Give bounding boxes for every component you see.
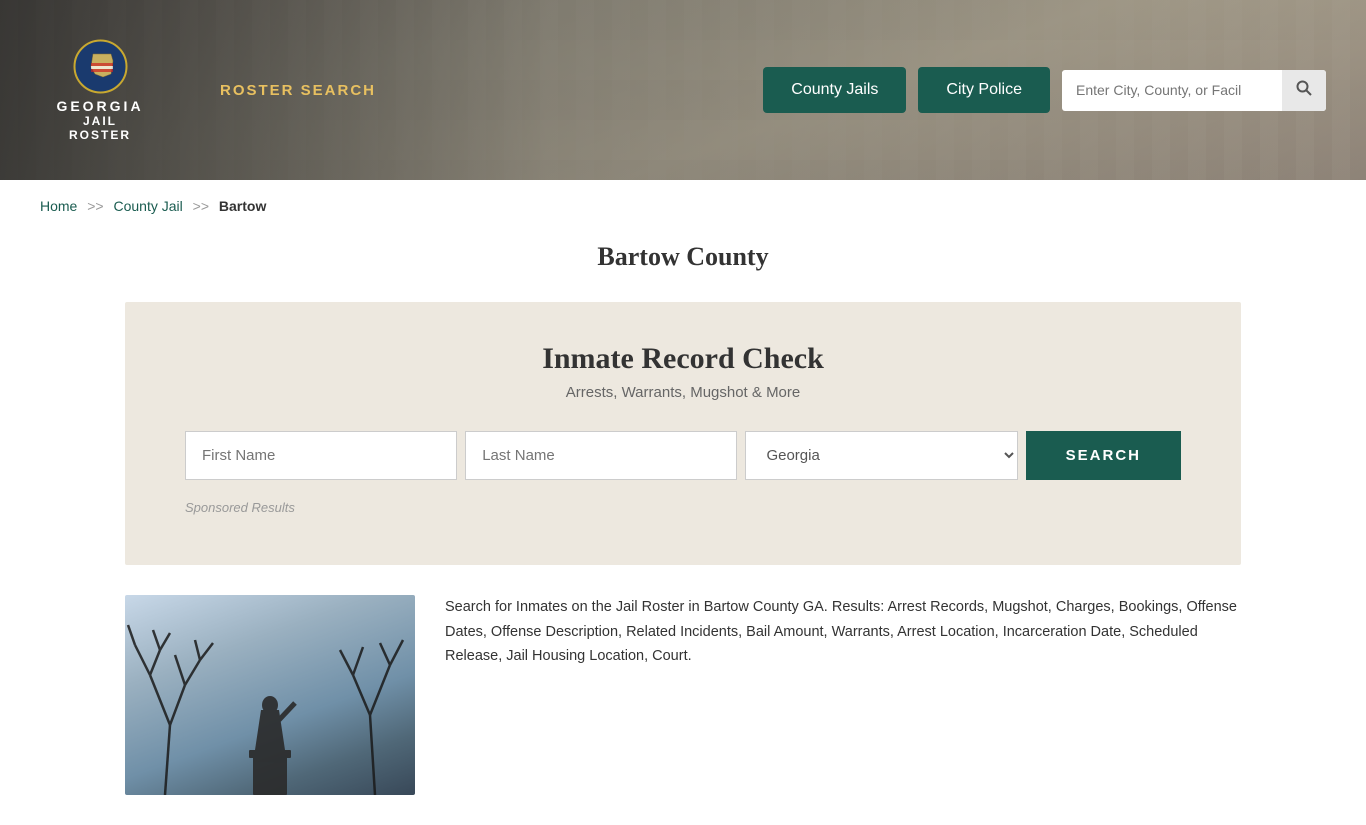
logo-roster: ROSTER [69, 128, 131, 142]
bottom-description: Search for Inmates on the Jail Roster in… [445, 595, 1241, 669]
georgia-seal-icon: ★ [73, 39, 128, 94]
search-icon [1296, 80, 1312, 96]
roster-search-link[interactable]: ROSTER SEARCH [220, 82, 376, 99]
breadcrumb-sep1: >> [87, 198, 103, 214]
inmate-record-title: Inmate Record Check [185, 342, 1181, 376]
logo-georgia: GEORGIA [56, 98, 143, 114]
inmate-search-button[interactable]: SEARCH [1026, 431, 1181, 480]
city-police-button[interactable]: City Police [918, 67, 1050, 113]
county-jails-button[interactable]: County Jails [763, 67, 906, 113]
bottom-section: Search for Inmates on the Jail Roster in… [0, 565, 1366, 825]
tree-icon [125, 595, 415, 795]
inmate-record-section: Inmate Record Check Arrests, Warrants, M… [125, 302, 1241, 565]
header-search-input[interactable] [1062, 72, 1282, 108]
logo: ★ GEORGIA JAIL ROSTER [40, 39, 160, 142]
logo-jail: JAIL [83, 114, 117, 128]
state-select[interactable]: AlabamaAlaskaArizonaArkansasCaliforniaCo… [745, 431, 1017, 480]
header-right: County Jails City Police [763, 67, 1326, 113]
breadcrumb-current: Bartow [219, 198, 266, 214]
breadcrumb-sep2: >> [193, 198, 209, 214]
breadcrumb: Home >> County Jail >> Bartow [0, 180, 1366, 232]
page-title: Bartow County [0, 242, 1366, 272]
last-name-input[interactable] [465, 431, 737, 480]
breadcrumb-home[interactable]: Home [40, 198, 77, 214]
inmate-search-form: AlabamaAlaskaArizonaArkansasCaliforniaCo… [185, 431, 1181, 480]
header-search-button[interactable] [1282, 70, 1326, 111]
bottom-image [125, 595, 415, 795]
header-search-bar [1062, 70, 1326, 111]
inmate-record-subtitle: Arrests, Warrants, Mugshot & More [185, 384, 1181, 401]
breadcrumb-county-jail[interactable]: County Jail [114, 198, 183, 214]
first-name-input[interactable] [185, 431, 457, 480]
header: ★ GEORGIA JAIL ROSTER ROSTER SEARCH Coun… [0, 0, 1366, 180]
sponsored-label: Sponsored Results [185, 500, 1181, 515]
